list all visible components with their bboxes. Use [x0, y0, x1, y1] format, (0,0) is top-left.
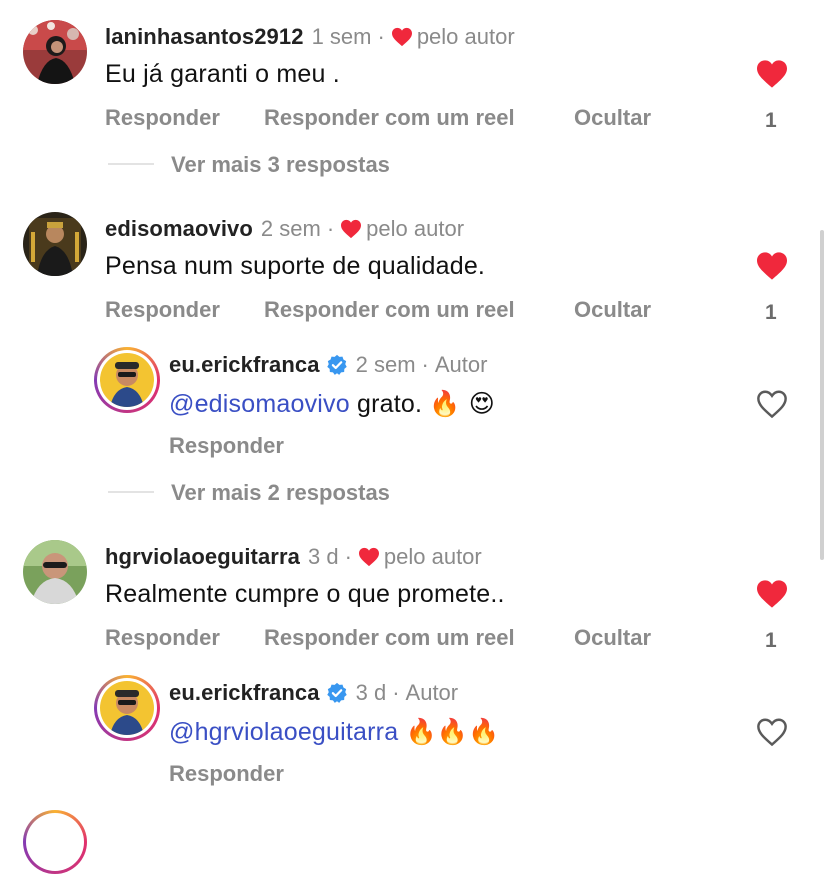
reply-body: grato. [349, 390, 430, 418]
reply-emojis: 🔥 😍 [429, 389, 496, 418]
story-ring[interactable] [23, 810, 87, 874]
reply-username[interactable]: eu.erickfranca [169, 680, 320, 706]
comment-time: 1 sem [311, 24, 372, 49]
comment-header: edisomaovivo 2 sem · pelo autor [105, 216, 465, 242]
author-like-label: pelo autor [383, 544, 482, 569]
reply-text: @hgrviolaoeguitarra 🔥🔥🔥 [169, 717, 499, 747]
heart-icon [341, 219, 362, 239]
view-more-replies-button[interactable]: Ver mais 2 respostas [171, 480, 390, 506]
story-ring[interactable] [94, 675, 160, 741]
story-ring[interactable] [94, 347, 160, 413]
comment-username[interactable]: hgrviolaoeguitarra [105, 544, 300, 570]
hide-button[interactable]: Ocultar [574, 297, 651, 323]
reply-emojis: 🔥🔥🔥 [405, 717, 500, 746]
heart-icon[interactable] [755, 59, 789, 89]
reply-time: 2 sem [355, 352, 416, 377]
author-badge: Autor [434, 352, 488, 377]
comment-text: Eu já garanti o meu . [105, 60, 340, 88]
reply-with-reel-button[interactable]: Responder com um reel [264, 105, 515, 131]
heart-icon[interactable] [755, 579, 789, 609]
comment-header: laninhasantos2912 1 sem · pelo autor [105, 24, 515, 50]
reply-button[interactable]: Responder [169, 433, 284, 459]
like-count: 1 [765, 109, 777, 132]
avatar [100, 353, 154, 407]
reply-with-reel-button[interactable]: Responder com um reel [264, 297, 515, 323]
heart-outline-icon[interactable] [755, 717, 789, 747]
divider [108, 163, 154, 165]
reply-button[interactable]: Responder [169, 761, 284, 787]
comment-time: 2 sem [260, 216, 321, 241]
comment-time: 3 d [307, 544, 339, 569]
comment-text: Pensa num suporte de qualidade. [105, 252, 486, 280]
like-count: 1 [765, 301, 777, 324]
author-badge: Autor [405, 680, 459, 705]
reply-button[interactable]: Responder [105, 105, 220, 131]
reply-header: eu.erickfranca 2 sem · Autor [169, 352, 488, 378]
heart-icon [358, 547, 379, 567]
comment-username[interactable]: edisomaovivo [105, 216, 253, 242]
hide-button[interactable]: Ocultar [574, 105, 651, 131]
heart-icon [391, 27, 412, 47]
view-more-replies-button[interactable]: Ver mais 3 respostas [171, 152, 390, 178]
like-count: 1 [765, 629, 777, 652]
mention-link[interactable]: @edisomaovivo [169, 390, 350, 418]
verified-badge-icon [326, 682, 347, 703]
reply-username[interactable]: eu.erickfranca [169, 352, 320, 378]
avatar [100, 681, 154, 735]
avatar[interactable] [23, 212, 87, 276]
verified-badge-icon [326, 354, 347, 375]
avatar[interactable] [23, 20, 87, 84]
mention-link[interactable]: @hgrviolaoeguitarra [169, 718, 398, 746]
author-like-label: pelo autor [366, 216, 465, 241]
author-like-label: pelo autor [416, 24, 515, 49]
comment-header: hgrviolaoeguitarra 3 d · pelo autor [105, 544, 482, 570]
reply-text: @edisomaovivo grato. 🔥 😍 [169, 389, 495, 419]
reply-button[interactable]: Responder [105, 625, 220, 651]
hide-button[interactable]: Ocultar [574, 625, 651, 651]
reply-time: 3 d [355, 680, 387, 705]
avatar[interactable] [23, 540, 87, 604]
comment-username[interactable]: laninhasantos2912 [105, 24, 304, 50]
reply-button[interactable]: Responder [105, 297, 220, 323]
scrollbar[interactable] [820, 230, 824, 560]
comment-text: Realmente cumpre o que promete.. [105, 580, 505, 608]
heart-icon[interactable] [755, 251, 789, 281]
divider [108, 491, 154, 493]
reply-header: eu.erickfranca 3 d · Autor [169, 680, 459, 706]
reply-with-reel-button[interactable]: Responder com um reel [264, 625, 515, 651]
heart-outline-icon[interactable] [755, 389, 789, 419]
